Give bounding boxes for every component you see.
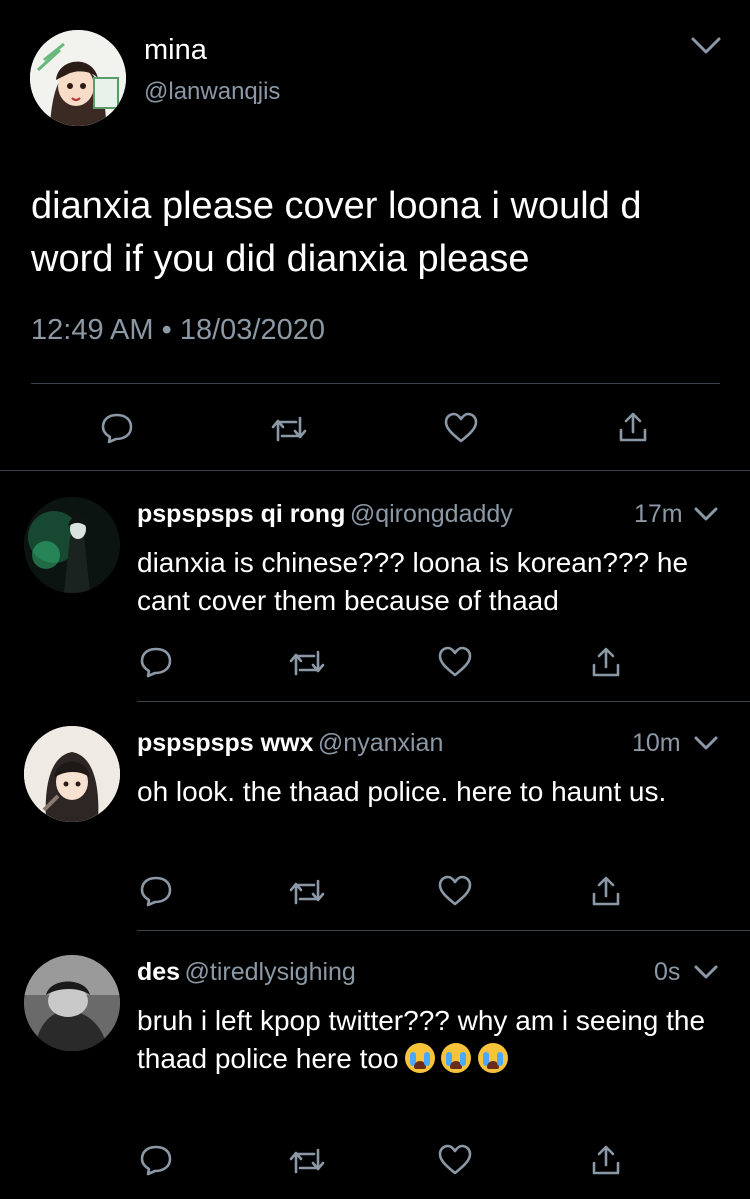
loudly-crying-face-icon <box>404 1043 435 1073</box>
loudly-crying-face-icon <box>478 1043 509 1073</box>
reply-icon[interactable] <box>139 874 173 908</box>
retweet-icon[interactable] <box>270 412 308 446</box>
reply-header: des @tiredlysighing <box>137 958 356 987</box>
divider <box>137 701 750 702</box>
tweet-text: dianxia please cover loona i would d wor… <box>31 185 642 280</box>
reply-avatar[interactable] <box>24 955 120 1051</box>
reply-author-handle[interactable]: @qirongdaddy <box>350 500 513 528</box>
retweet-icon[interactable] <box>288 1144 326 1178</box>
like-icon[interactable] <box>437 1143 473 1177</box>
reply-icon[interactable] <box>139 1143 173 1177</box>
reply-header: pspspsps wwx @nyanxian <box>137 729 443 758</box>
chevron-down-icon[interactable] <box>693 735 719 753</box>
retweet-icon[interactable] <box>288 646 326 680</box>
like-icon[interactable] <box>443 411 479 445</box>
tweet-date: 18/03/2020 <box>179 314 325 346</box>
reply-time: 17m <box>634 500 683 528</box>
author-handle[interactable]: @lanwanqjis <box>144 78 280 106</box>
tweet-timestamp: 12:49 AM • 18/03/2020 <box>31 314 325 347</box>
share-icon[interactable] <box>589 874 623 908</box>
reply-author-name[interactable]: pspspsps wwx <box>137 729 313 757</box>
reply-text: oh look. the thaad police. here to haunt… <box>137 776 667 807</box>
chevron-down-icon[interactable] <box>693 506 719 524</box>
loudly-crying-face-icon <box>440 1043 471 1073</box>
reply-avatar[interactable] <box>24 497 120 593</box>
share-icon[interactable] <box>616 410 650 444</box>
divider <box>31 383 720 384</box>
author-name[interactable]: mina <box>144 34 207 67</box>
like-icon[interactable] <box>437 645 473 679</box>
like-icon[interactable] <box>437 874 473 908</box>
reply-text: bruh i left kpop twitter??? why am i see… <box>137 1002 717 1078</box>
share-icon[interactable] <box>589 645 623 679</box>
tweet-time: 12:49 AM <box>31 314 154 346</box>
reply-author-name[interactable]: pspspsps qi rong <box>137 500 345 528</box>
divider <box>0 470 750 471</box>
reply-time: 0s <box>654 958 681 986</box>
reply-author-handle[interactable]: @tiredlysighing <box>185 958 356 986</box>
reply-text: dianxia is chinese??? loona is korean???… <box>137 547 689 616</box>
divider <box>137 930 750 931</box>
retweet-icon[interactable] <box>288 875 326 909</box>
chevron-down-icon[interactable] <box>690 36 722 56</box>
separator-dot: • <box>161 314 172 346</box>
reply-header: pspspsps qi rong @qirongdaddy <box>137 500 513 529</box>
share-icon[interactable] <box>589 1143 623 1177</box>
reply-avatar[interactable] <box>24 726 120 822</box>
reply-time: 10m <box>632 729 681 757</box>
chevron-down-icon[interactable] <box>693 964 719 982</box>
reply-icon[interactable] <box>100 411 134 445</box>
reply-icon[interactable] <box>139 645 173 679</box>
reply-author-handle[interactable]: @nyanxian <box>318 729 443 757</box>
author-avatar[interactable] <box>30 30 126 126</box>
reply-author-name[interactable]: des <box>137 958 180 986</box>
